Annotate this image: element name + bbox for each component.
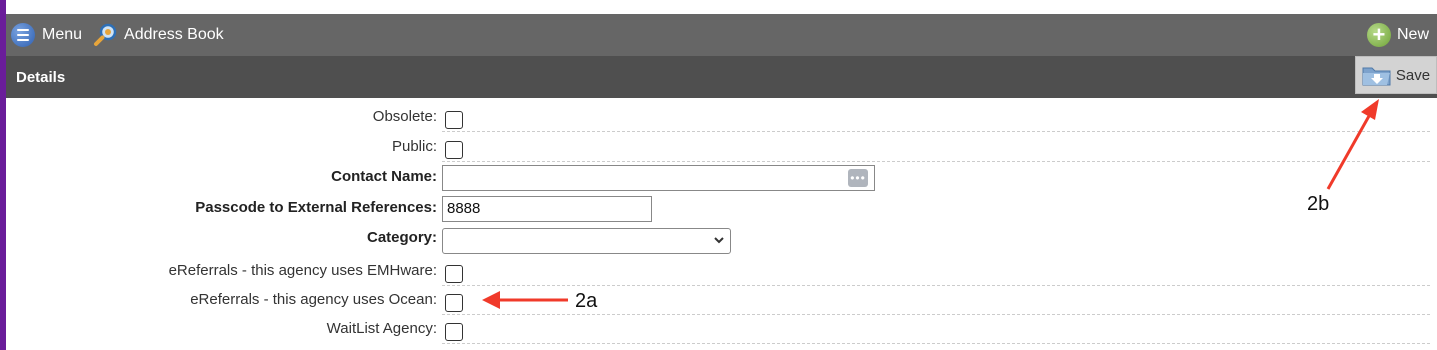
passcode-label: Passcode to External References: <box>195 199 437 216</box>
save-label: Save <box>1395 66 1431 84</box>
emhware-row: eReferrals - this agency uses EMHware: <box>6 256 1437 286</box>
top-gap <box>6 0 1437 14</box>
folder-save-icon <box>1362 64 1392 86</box>
category-label: Category: <box>366 229 437 246</box>
obsolete-label: Obsolete: <box>372 108 437 125</box>
ocean-checkbox[interactable] <box>445 294 463 312</box>
waitlist-label: WaitList Agency: <box>326 320 437 337</box>
hamburger-menu-icon <box>11 23 35 47</box>
public-checkbox[interactable] <box>445 141 463 159</box>
public-row: Public: <box>6 132 1437 162</box>
menu-label: Menu <box>42 26 83 43</box>
category-row: Category: <box>6 223 1437 254</box>
passcode-value: 8888 <box>447 200 481 217</box>
chevron-down-icon <box>714 233 724 250</box>
contact-name-label: Contact Name: <box>331 168 437 185</box>
new-button[interactable]: + New <box>1366 23 1429 47</box>
contact-name-input[interactable]: ••• <box>442 165 875 191</box>
obsolete-row: Obsolete: <box>6 102 1437 132</box>
address-book-label: Address Book <box>124 26 224 43</box>
annotation-2b: 2b <box>1307 193 1330 215</box>
passcode-row: Passcode to External References: 8888 <box>6 193 1437 223</box>
waitlist-checkbox[interactable] <box>445 323 463 341</box>
contact-name-row: Contact Name: ••• <box>6 162 1437 192</box>
ocean-row: eReferrals - this agency uses Ocean: <box>6 285 1437 315</box>
obsolete-checkbox[interactable] <box>445 111 463 129</box>
save-button[interactable]: Save <box>1355 56 1437 94</box>
address-book-button[interactable]: Address Book <box>92 22 224 48</box>
waitlist-row: WaitList Agency: <box>6 314 1437 344</box>
plus-icon: + <box>1366 23 1391 47</box>
emhware-checkbox[interactable] <box>445 265 463 283</box>
address-book-search-icon <box>92 22 118 48</box>
new-label: New <box>1396 26 1429 43</box>
ocean-label: eReferrals - this agency uses Ocean: <box>190 291 437 308</box>
category-select[interactable] <box>442 228 731 254</box>
top-toolbar: Menu Address Book + New <box>6 14 1437 56</box>
more-options-icon[interactable]: ••• <box>848 169 868 187</box>
annotation-2a: 2a <box>575 290 598 312</box>
details-title: Details <box>16 68 66 86</box>
menu-button[interactable]: Menu <box>11 23 82 47</box>
details-header: Details Save <box>6 56 1437 98</box>
public-label: Public: <box>391 138 437 155</box>
row-divider <box>442 343 1430 344</box>
emhware-label: eReferrals - this agency uses EMHware: <box>168 262 437 279</box>
passcode-input[interactable]: 8888 <box>442 196 652 222</box>
